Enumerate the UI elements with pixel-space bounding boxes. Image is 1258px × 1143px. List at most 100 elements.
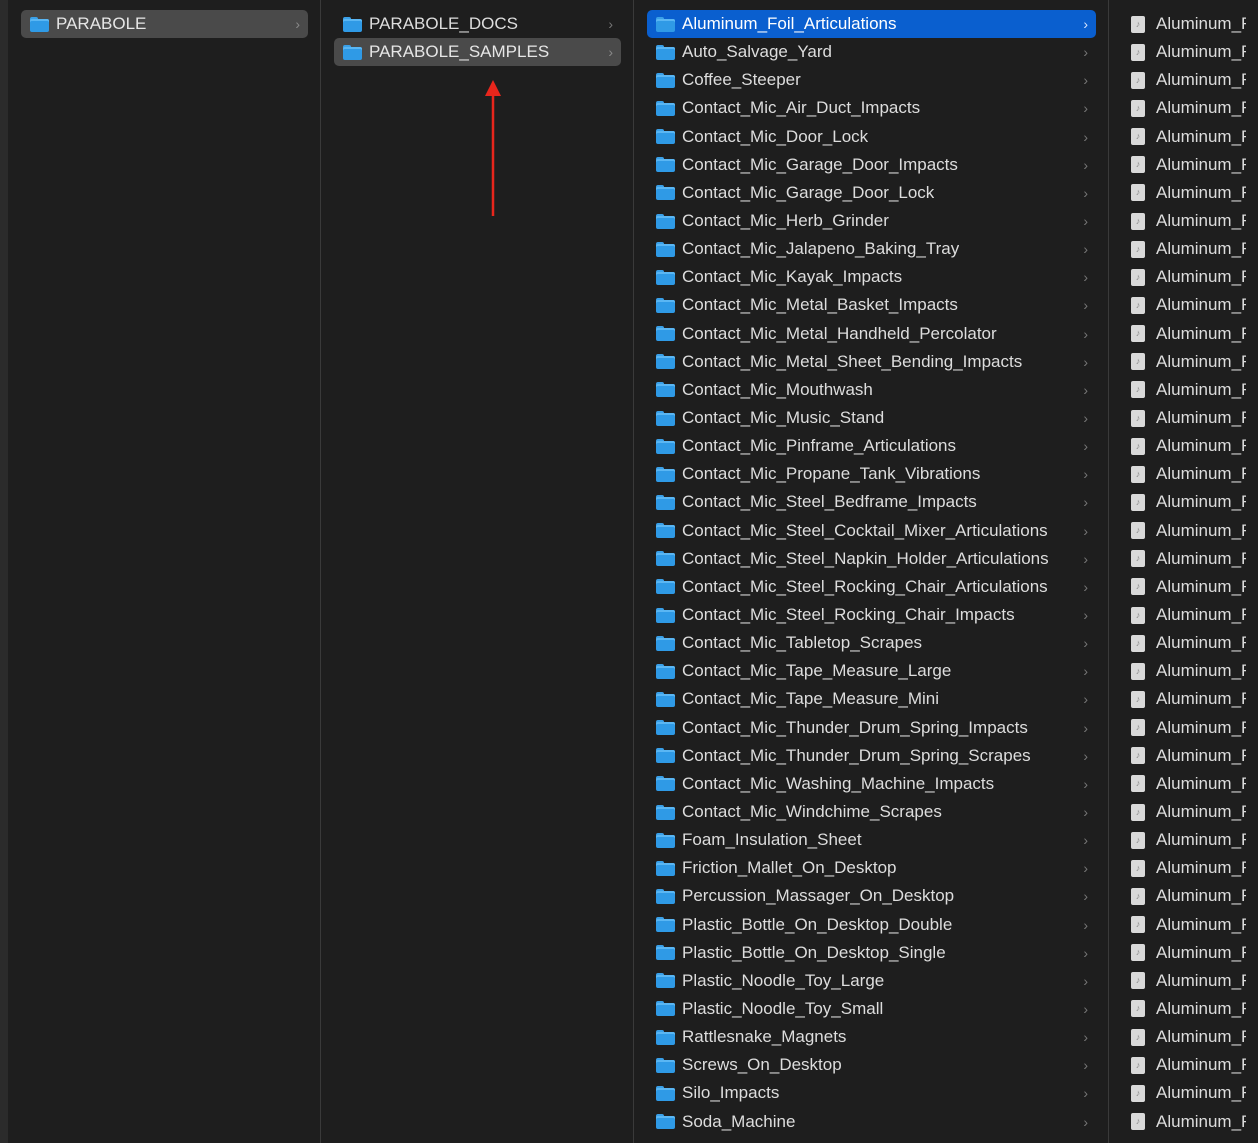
file-row[interactable]: ♪ Aluminum_Fo bbox=[1129, 376, 1246, 404]
file-row[interactable]: ♪ Aluminum_Fo bbox=[1129, 573, 1246, 601]
file-row[interactable]: ♪ Aluminum_Fo bbox=[1129, 939, 1246, 967]
chevron-right-icon[interactable]: › bbox=[1083, 298, 1088, 312]
chevron-right-icon[interactable]: › bbox=[1083, 270, 1088, 284]
folder-row[interactable]: Coffee_Steeper › bbox=[647, 66, 1096, 94]
file-row[interactable]: ♪ Aluminum_Fo bbox=[1129, 714, 1246, 742]
file-row[interactable]: ♪ Aluminum_Fo bbox=[1129, 629, 1246, 657]
file-row[interactable]: ♪ Aluminum_Fo bbox=[1129, 601, 1246, 629]
folder-row[interactable]: Contact_Mic_Steel_Rocking_Chair_Impacts › bbox=[647, 601, 1096, 629]
folder-row[interactable]: Contact_Mic_Thunder_Drum_Spring_Impacts › bbox=[647, 714, 1096, 742]
file-row[interactable]: ♪ Aluminum_Fo bbox=[1129, 882, 1246, 910]
folder-row[interactable]: Contact_Mic_Steel_Rocking_Chair_Articula… bbox=[647, 573, 1096, 601]
folder-row[interactable]: PARABOLE › bbox=[21, 10, 308, 39]
chevron-right-icon[interactable]: › bbox=[1083, 495, 1088, 509]
folder-row[interactable]: Rattlesnake_Magnets › bbox=[647, 1023, 1096, 1051]
file-row[interactable]: ♪ Aluminum_Fo bbox=[1129, 995, 1246, 1023]
chevron-right-icon[interactable]: › bbox=[1083, 749, 1088, 763]
file-row[interactable]: ♪ Aluminum_Fo bbox=[1129, 10, 1246, 38]
folder-row[interactable]: Auto_Salvage_Yard › bbox=[647, 38, 1096, 66]
chevron-right-icon[interactable]: › bbox=[608, 45, 613, 59]
folder-row[interactable]: Aluminum_Foil_Articulations › bbox=[647, 10, 1096, 39]
file-row[interactable]: ♪ Aluminum_Fo bbox=[1129, 291, 1246, 319]
file-row[interactable]: ♪ Aluminum_Fo bbox=[1129, 38, 1246, 66]
file-row[interactable]: ♪ Aluminum_Fo bbox=[1129, 826, 1246, 854]
chevron-right-icon[interactable]: › bbox=[1083, 1002, 1088, 1016]
chevron-right-icon[interactable]: › bbox=[1083, 467, 1088, 481]
chevron-right-icon[interactable]: › bbox=[1083, 45, 1088, 59]
chevron-right-icon[interactable]: › bbox=[1083, 946, 1088, 960]
file-row[interactable]: ♪ Aluminum_Fo bbox=[1129, 854, 1246, 882]
chevron-right-icon[interactable]: › bbox=[1083, 73, 1088, 87]
folder-row[interactable]: Contact_Mic_Air_Duct_Impacts › bbox=[647, 94, 1096, 122]
file-row[interactable]: ♪ Aluminum_Fo bbox=[1129, 685, 1246, 713]
folder-row[interactable]: Contact_Mic_Metal_Sheet_Bending_Impacts › bbox=[647, 348, 1096, 376]
folder-row[interactable]: Contact_Mic_Garage_Door_Lock › bbox=[647, 179, 1096, 207]
chevron-right-icon[interactable]: › bbox=[1083, 17, 1088, 31]
chevron-right-icon[interactable]: › bbox=[1083, 1115, 1088, 1129]
folder-row[interactable]: Contact_Mic_Steel_Cocktail_Mixer_Articul… bbox=[647, 517, 1096, 545]
file-row[interactable]: ♪ Aluminum_Fo bbox=[1129, 488, 1246, 516]
chevron-right-icon[interactable]: › bbox=[1083, 974, 1088, 988]
chevron-right-icon[interactable]: › bbox=[608, 17, 613, 31]
file-row[interactable]: ♪ Aluminum_Fo bbox=[1129, 404, 1246, 432]
chevron-right-icon[interactable]: › bbox=[1083, 918, 1088, 932]
chevron-right-icon[interactable]: › bbox=[295, 17, 300, 31]
chevron-right-icon[interactable]: › bbox=[1083, 636, 1088, 650]
file-row[interactable]: ♪ Aluminum_Fo bbox=[1129, 151, 1246, 179]
file-row[interactable]: ♪ Aluminum_Fo bbox=[1129, 320, 1246, 348]
folder-row[interactable]: Contact_Mic_Tape_Measure_Mini › bbox=[647, 685, 1096, 713]
chevron-right-icon[interactable]: › bbox=[1083, 158, 1088, 172]
folder-row[interactable]: Contact_Mic_Windchime_Scrapes › bbox=[647, 798, 1096, 826]
file-row[interactable]: ♪ Aluminum_Fo bbox=[1129, 967, 1246, 995]
file-row[interactable]: ♪ Aluminum_Fo bbox=[1129, 1023, 1246, 1051]
file-row[interactable]: ♪ Aluminum_Fo bbox=[1129, 179, 1246, 207]
file-row[interactable]: ♪ Aluminum_Fo bbox=[1129, 545, 1246, 573]
file-row[interactable]: ♪ Aluminum_Fo bbox=[1129, 798, 1246, 826]
file-row[interactable]: ♪ Aluminum_Fo bbox=[1129, 460, 1246, 488]
folder-row[interactable]: Contact_Mic_Garage_Door_Impacts › bbox=[647, 151, 1096, 179]
file-row[interactable]: ♪ Aluminum_Fo bbox=[1129, 770, 1246, 798]
file-row[interactable]: ♪ Aluminum_Fo bbox=[1129, 263, 1246, 291]
file-row[interactable]: ♪ Aluminum_Fo bbox=[1129, 911, 1246, 939]
file-row[interactable]: ♪ Aluminum_Fo bbox=[1129, 657, 1246, 685]
folder-row[interactable]: PARABOLE_SAMPLES › bbox=[334, 38, 621, 67]
folder-row[interactable]: Contact_Mic_Music_Stand › bbox=[647, 404, 1096, 432]
chevron-right-icon[interactable]: › bbox=[1083, 889, 1088, 903]
chevron-right-icon[interactable]: › bbox=[1083, 242, 1088, 256]
file-row[interactable]: ♪ Aluminum_Fo bbox=[1129, 1079, 1246, 1107]
chevron-right-icon[interactable]: › bbox=[1083, 608, 1088, 622]
folder-row[interactable]: Foam_Insulation_Sheet › bbox=[647, 826, 1096, 854]
folder-row[interactable]: Contact_Mic_Propane_Tank_Vibrations › bbox=[647, 460, 1096, 488]
column-4[interactable]: ♪ Aluminum_Fo ♪ Aluminum_Fo ♪ Aluminum_Fo ♪ Alu… bbox=[1109, 0, 1258, 1143]
file-row[interactable]: ♪ Aluminum_Fo bbox=[1129, 66, 1246, 94]
chevron-right-icon[interactable]: › bbox=[1083, 214, 1088, 228]
folder-row[interactable]: Contact_Mic_Tabletop_Scrapes › bbox=[647, 629, 1096, 657]
chevron-right-icon[interactable]: › bbox=[1083, 805, 1088, 819]
file-row[interactable]: ♪ Aluminum_Fo bbox=[1129, 235, 1246, 263]
chevron-right-icon[interactable]: › bbox=[1083, 833, 1088, 847]
chevron-right-icon[interactable]: › bbox=[1083, 1058, 1088, 1072]
folder-row[interactable]: Contact_Mic_Tape_Measure_Large › bbox=[647, 657, 1096, 685]
chevron-right-icon[interactable]: › bbox=[1083, 692, 1088, 706]
chevron-right-icon[interactable]: › bbox=[1083, 439, 1088, 453]
chevron-right-icon[interactable]: › bbox=[1083, 580, 1088, 594]
folder-row[interactable]: Contact_Mic_Metal_Basket_Impacts › bbox=[647, 291, 1096, 319]
chevron-right-icon[interactable]: › bbox=[1083, 721, 1088, 735]
chevron-right-icon[interactable]: › bbox=[1083, 411, 1088, 425]
chevron-right-icon[interactable]: › bbox=[1083, 327, 1088, 341]
chevron-right-icon[interactable]: › bbox=[1083, 186, 1088, 200]
chevron-right-icon[interactable]: › bbox=[1083, 383, 1088, 397]
folder-row[interactable]: Friction_Mallet_On_Desktop › bbox=[647, 854, 1096, 882]
folder-row[interactable]: Silo_Impacts › bbox=[647, 1079, 1096, 1107]
chevron-right-icon[interactable]: › bbox=[1083, 524, 1088, 538]
file-row[interactable]: ♪ Aluminum_Fo bbox=[1129, 517, 1246, 545]
chevron-right-icon[interactable]: › bbox=[1083, 130, 1088, 144]
file-row[interactable]: ♪ Aluminum_Fo bbox=[1129, 348, 1246, 376]
file-row[interactable]: ♪ Aluminum_Fo bbox=[1129, 1051, 1246, 1079]
folder-row[interactable]: Percussion_Massager_On_Desktop › bbox=[647, 882, 1096, 910]
folder-row[interactable]: Contact_Mic_Kayak_Impacts › bbox=[647, 263, 1096, 291]
column-1[interactable]: PARABOLE › bbox=[8, 0, 321, 1143]
folder-row[interactable]: Contact_Mic_Steel_Napkin_Holder_Articula… bbox=[647, 545, 1096, 573]
column-3[interactable]: Aluminum_Foil_Articulations › Auto_Salvage… bbox=[634, 0, 1109, 1143]
chevron-right-icon[interactable]: › bbox=[1083, 552, 1088, 566]
